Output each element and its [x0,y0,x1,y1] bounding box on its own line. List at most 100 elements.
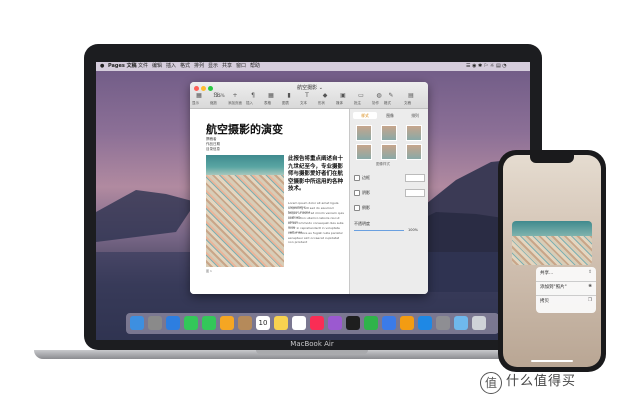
toolbar-label: 图表 [282,101,289,105]
image-style-3[interactable] [406,125,422,141]
photos-icon[interactable] [220,316,234,330]
photo-preview[interactable] [512,221,592,265]
notes-icon[interactable] [274,316,288,330]
collaborate-icon[interactable]: ◍ [374,91,384,101]
menu-insert[interactable]: 插入 [166,62,176,71]
window-title: 航空摄影 ⌄ [297,85,323,91]
document-title[interactable]: 航空摄影的演变 [206,121,283,137]
format-icon[interactable]: ✎ [386,91,396,101]
zoom-value[interactable]: 125% [212,91,226,101]
toolbar-label: 添加页面 [228,101,242,105]
reflection-row[interactable]: 倒影 [354,205,370,211]
facetime-icon[interactable] [202,316,216,330]
tv-icon[interactable] [346,316,360,330]
app-store-icon[interactable] [418,316,432,330]
menu-arrange[interactable]: 排列 [194,62,204,71]
laptop-brand-label: MacBook Air [290,340,334,348]
contacts-icon[interactable] [238,316,252,330]
downloads-folder-icon[interactable] [454,316,468,330]
toolbar-label: 文本 [300,101,307,105]
shape-icon[interactable]: ◆ [320,91,330,101]
system-preferences-icon[interactable] [436,316,450,330]
photo-caption: 图 1 [206,269,212,273]
toolbar-label: 文稿 [404,101,411,105]
toolbar-label: 批注 [354,101,361,105]
border-checkbox[interactable] [354,175,360,181]
lead-paragraph[interactable]: 此报告将重点阐述自十九世纪至今，专业摄影师与摄影爱好者们在航空摄影中所运用的各种… [288,156,344,194]
numbers-icon[interactable] [364,316,378,330]
media-icon[interactable]: ▣ [338,91,348,101]
menu-item-copy[interactable]: 拷贝 [540,298,549,304]
context-menu: 共享... ⇪ 添加到"照片" ❀ 拷贝 ❐ [536,267,596,313]
document-icon[interactable]: ▤ [406,91,416,101]
menu-help[interactable]: 帮助 [250,62,260,71]
menu-format[interactable]: 格式 [180,62,190,71]
insert-icon[interactable]: ¶ [248,91,258,101]
copy-icon: ❐ [587,298,592,303]
view-icon[interactable]: ▦ [194,91,204,101]
watermark-text: 什么值得买 [506,374,577,389]
launchpad-icon[interactable] [148,316,162,330]
doc-meta-info: 目录信息 [206,147,220,151]
toolbar-label: 媒体 [336,101,343,105]
photos-icon: ❀ [588,284,592,289]
comment-icon[interactable]: ▭ [356,91,366,101]
image-style-1[interactable] [356,125,372,141]
apple-menu-icon[interactable]: ● [100,62,104,71]
window-titlebar: 航空摄影 ⌄ ▦ 显示％缩放 + 添加页面 ¶ 插入 ▦ 表格 ▮ 图表 T 文本 ◆ 形状 ▣ 媒体 ▭ 批注 ◍… [190,82,428,109]
pages-window: 航空摄影 ⌄ ▦ 显示％缩放 + 添加页面 ¶ 插入 ▦ 表格 ▮ 图表 T 文本 ◆ 形状 ▣ 媒体 ▭ 批注 ◍… [190,82,428,294]
opacity-value[interactable]: 100% [408,228,418,232]
safari-icon[interactable] [166,316,180,330]
menu-edit[interactable]: 编辑 [152,62,162,71]
trash-icon[interactable] [472,316,486,330]
status-icons[interactable]: ☰ ◉ ✱ ⚐ ☼ ▤ ◔ [466,62,507,71]
menu-app-name[interactable]: Pages 文稿 [108,62,137,71]
image-style-4[interactable] [356,144,372,160]
home-indicator[interactable] [531,360,573,362]
calendar-icon[interactable]: 10 [256,316,270,330]
iphone-screen: 共享... ⇪ 添加到"照片" ❀ 拷贝 ❐ [503,155,601,367]
menu-item-share[interactable]: 共享... [540,270,553,276]
menu-window[interactable]: 窗口 [236,62,246,71]
table-icon[interactable]: ▦ [266,91,276,101]
border-row[interactable]: 边框 [354,175,370,181]
document-page[interactable]: 航空摄影的演变 撰稿者 作品日期 目录信息 此报告将重点阐述自十九世纪至今，专业… [190,109,348,294]
image-style-label: 图像样式 [376,162,390,166]
toolbar-label: 格式 [384,101,391,105]
share-icon: ⇪ [588,270,592,275]
opacity-slider[interactable] [354,230,404,231]
chart-icon[interactable]: ▮ [284,91,294,101]
keynote-icon[interactable] [382,316,396,330]
add-page-icon[interactable]: + [230,91,240,101]
desktop-screen: ● Pages 文稿 文件 编辑 插入 格式 排列 显示 共享 窗口 帮助 ☰ … [96,62,530,340]
pages-icon[interactable] [400,316,414,330]
menu-divider [536,295,596,296]
messages-icon[interactable] [184,316,198,330]
tab-style[interactable]: 样式 [353,112,377,119]
image-style-5[interactable] [381,144,397,160]
menu-file[interactable]: 文件 [138,62,148,71]
image-style-6[interactable] [406,144,422,160]
image-style-2[interactable] [381,125,397,141]
shadow-swatch[interactable] [405,189,425,197]
reflection-checkbox[interactable] [354,205,360,211]
text-icon[interactable]: T [302,91,312,101]
toolbar-label: 显示 [192,101,199,105]
podcasts-icon[interactable] [328,316,342,330]
beach-photo[interactable] [206,155,284,267]
tab-arrange[interactable]: 排列 [403,112,427,119]
shadow-checkbox[interactable] [354,190,360,196]
menu-view[interactable]: 显示 [208,62,218,71]
tab-image[interactable]: 图像 [378,112,402,119]
body-line: cillum dolore eu fugiat nulla pariatur [288,231,343,235]
border-swatch[interactable] [405,174,425,182]
music-icon[interactable] [310,316,324,330]
reminders-icon[interactable] [292,316,306,330]
watermark-logo: 值 [480,372,502,394]
menu-share[interactable]: 共享 [222,62,232,71]
shadow-row[interactable]: 阴影 [354,190,370,196]
laptop-notch [256,350,368,354]
finder-icon[interactable] [130,316,144,330]
menu-item-add-to-photos[interactable]: 添加到"照片" [540,284,567,290]
opacity-label: 不透明度 [354,221,370,226]
